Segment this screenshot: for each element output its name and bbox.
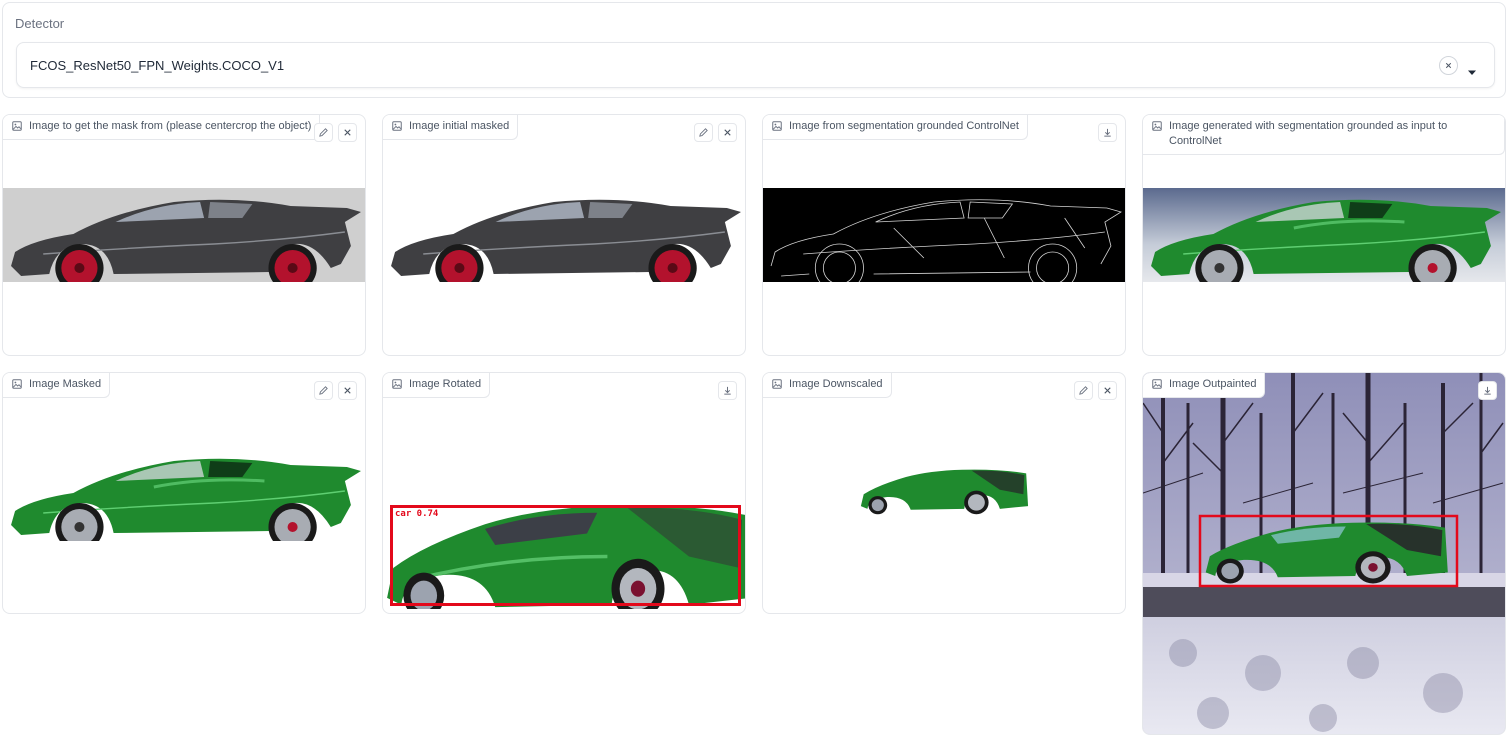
edge-map-image (763, 188, 1125, 293)
panel-label: Image Outpainted (1143, 373, 1266, 398)
detector-block: Detector FCOS_ResNet50_FPN_Weights.COCO_… (2, 2, 1506, 98)
download-icon[interactable] (718, 381, 737, 400)
masked-green-car-image (3, 447, 365, 553)
clear-icon[interactable] (1439, 56, 1458, 75)
generated-green-car-image (1143, 188, 1505, 294)
close-icon[interactable] (338, 381, 357, 400)
image-icon (12, 121, 22, 131)
close-icon[interactable] (718, 123, 737, 142)
panel-segmentation-controlnet: Image from segmentation grounded Control… (762, 114, 1126, 356)
panel-label: Image Downscaled (763, 373, 892, 398)
panel-image-to-mask: Image to get the mask from (please cente… (2, 114, 366, 356)
close-icon[interactable] (338, 123, 357, 142)
image-icon (12, 379, 22, 389)
image-icon (1152, 379, 1162, 389)
edit-icon[interactable] (314, 123, 333, 142)
outpainted-scene-image (1143, 373, 1505, 734)
detection-bounding-box (390, 505, 741, 606)
detector-dropdown[interactable]: FCOS_ResNet50_FPN_Weights.COCO_V1 (16, 42, 1495, 88)
panel-image-masked: Image Masked (2, 372, 366, 614)
image-icon (772, 121, 782, 131)
panel-label: Image initial masked (383, 115, 519, 140)
close-icon[interactable] (1098, 381, 1117, 400)
image-icon (772, 379, 782, 389)
download-icon[interactable] (1478, 381, 1497, 400)
panel-image-downscaled: Image Downscaled (762, 372, 1126, 614)
detector-selected-value: FCOS_ResNet50_FPN_Weights.COCO_V1 (30, 58, 285, 73)
panel-label: Image Masked (3, 373, 111, 398)
download-icon[interactable] (1098, 123, 1117, 142)
panel-label: Image generated with segmentation ground… (1143, 115, 1505, 155)
downscaled-car-image (859, 467, 1029, 517)
panel-generated-controlnet: Image generated with segmentation ground… (1142, 114, 1506, 356)
panel-label: Image to get the mask from (please cente… (3, 115, 321, 140)
image-icon (392, 121, 402, 131)
panel-image-rotated: car 0.74 Image Rotated (382, 372, 746, 614)
edit-icon[interactable] (314, 381, 333, 400)
panel-image-initial-masked: Image initial masked (382, 114, 746, 356)
source-car-image (3, 188, 365, 293)
image-icon (392, 379, 402, 389)
detection-label: car 0.74 (395, 509, 439, 519)
edit-icon[interactable] (694, 123, 713, 142)
edit-icon[interactable] (1074, 381, 1093, 400)
panel-label: Image Rotated (383, 373, 491, 398)
masked-gray-car-image (383, 188, 745, 293)
detector-label: Detector (15, 16, 65, 31)
panel-label: Image from segmentation grounded Control… (763, 115, 1028, 140)
panel-image-outpainted: Image Outpainted (1142, 372, 1506, 735)
chevron-down-icon[interactable] (1467, 63, 1477, 81)
image-icon (1152, 121, 1162, 131)
